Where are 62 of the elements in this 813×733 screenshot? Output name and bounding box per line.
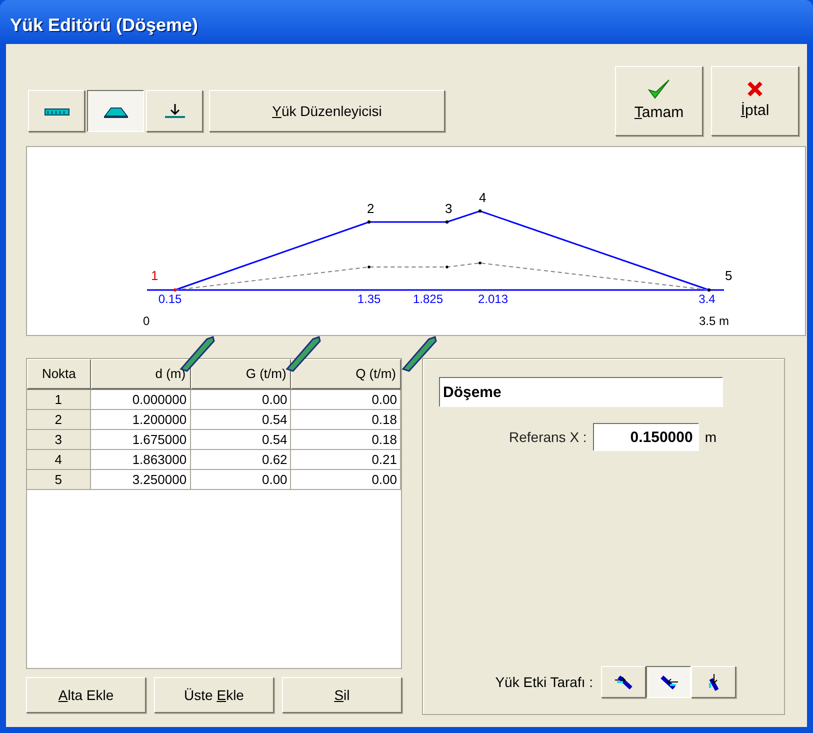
- unit-label: m: [704, 428, 716, 446]
- distance-label: 2.013: [478, 292, 508, 306]
- load-point: [173, 288, 177, 292]
- start-label: 0: [143, 314, 150, 328]
- distance-label: 3.4: [698, 292, 716, 306]
- table-cell[interactable]: 1.200000: [90, 410, 191, 429]
- table-button[interactable]: Üste Ekle: [154, 677, 274, 713]
- load-point: [367, 220, 371, 224]
- distance-label: 1.825: [412, 292, 443, 306]
- load-point: [446, 266, 448, 268]
- load-point: [445, 220, 449, 224]
- load-point: [478, 209, 482, 213]
- table-cell[interactable]: 0.00: [190, 390, 292, 409]
- point-label: 4: [479, 190, 486, 205]
- row-number: 3: [27, 430, 91, 449]
- table-button[interactable]: Alta Ekle: [26, 677, 146, 713]
- reference-field[interactable]: 0.150000: [592, 423, 699, 451]
- column-header[interactable]: Nokta: [27, 359, 91, 389]
- checkmark-icon: [647, 78, 671, 100]
- row-number: 2: [27, 410, 91, 429]
- table-cell[interactable]: 0.18: [291, 430, 401, 449]
- reference-label: Referans X :: [509, 428, 587, 446]
- right-arrow-icon: [612, 673, 634, 691]
- pen-cursor-icon: [399, 333, 439, 373]
- window-title: Yük Editörü (Döşeme): [10, 15, 198, 35]
- table-cell[interactable]: 1.863000: [90, 450, 191, 469]
- load-editor-button[interactable]: Yük Düzenleyicisi: [209, 90, 445, 132]
- table-cell[interactable]: 0.18: [291, 410, 401, 429]
- table-cell[interactable]: 0.62: [190, 450, 292, 469]
- load-point: [368, 266, 370, 268]
- row-number: 4: [27, 450, 91, 469]
- column-header[interactable]: d (m): [90, 359, 191, 389]
- name-field[interactable]: Döşeme: [439, 377, 723, 407]
- load-side-button[interactable]: [646, 666, 691, 698]
- table-cell[interactable]: 0.000000: [90, 390, 191, 409]
- table-cell[interactable]: 1.675000: [90, 430, 191, 449]
- table-cell[interactable]: 0.00: [190, 470, 292, 489]
- ok-button[interactable]: Tamam: [615, 66, 703, 136]
- table-cell[interactable]: 0.00: [291, 390, 401, 409]
- table-button[interactable]: Sil: [282, 677, 402, 713]
- point-label: 2: [367, 201, 374, 216]
- table-cell[interactable]: 0.21: [291, 450, 401, 469]
- button-label: Tamam: [634, 102, 684, 123]
- row-number: 5: [27, 470, 91, 489]
- point-label: 3: [445, 201, 452, 216]
- table-cell[interactable]: 0.00: [291, 470, 401, 489]
- load-point: [478, 262, 482, 264]
- button-label: İptal: [740, 100, 770, 121]
- table-cell[interactable]: 3.250000: [90, 470, 191, 489]
- load-type-button[interactable]: [87, 90, 144, 132]
- cancel-button[interactable]: İptal: [711, 66, 799, 136]
- table-cell[interactable]: 0.54: [190, 430, 292, 449]
- end-label: 3.5 m: [699, 314, 730, 328]
- close-icon: [746, 80, 764, 98]
- row-number: 1: [27, 390, 91, 409]
- distance-label: 1.35: [357, 292, 381, 306]
- point-label: 1: [151, 268, 158, 283]
- table-cell[interactable]: 0.54: [190, 410, 292, 429]
- load-side-label: Yük Etki Tarafı :: [495, 672, 593, 692]
- load-point: [707, 288, 711, 292]
- distance-label: 0.15: [158, 292, 182, 306]
- point-label: 5: [725, 268, 732, 283]
